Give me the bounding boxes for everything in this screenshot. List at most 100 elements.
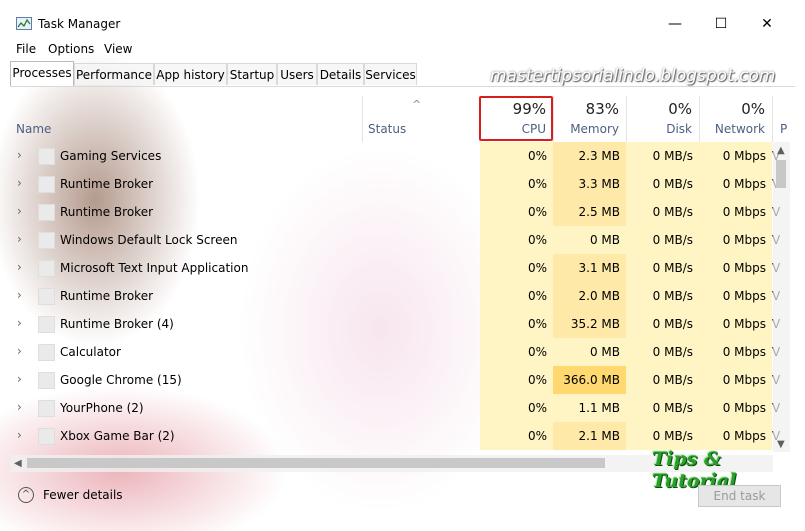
column-disk-label: Disk — [666, 122, 692, 136]
bottom-bar — [0, 476, 805, 531]
column-header: Name Status 99% CPU 83% Memory 0% Disk 0… — [10, 92, 787, 140]
column-power-label: P — [780, 122, 788, 136]
menu-file[interactable]: File — [16, 42, 36, 56]
fewer-details-link[interactable]: Fewer details — [43, 488, 123, 502]
horizontal-scroll-thumb[interactable] — [27, 458, 605, 468]
tab-startup[interactable]: Startup — [227, 63, 277, 85]
memory-total-percent: 83% — [585, 100, 619, 118]
expand-chevron-icon[interactable]: › — [17, 373, 29, 385]
disk-value: 0 MB/s — [652, 289, 693, 303]
disk-value: 0 MB/s — [652, 373, 693, 387]
column-status[interactable]: Status — [362, 92, 480, 140]
menu-options[interactable]: Options — [48, 42, 94, 56]
table-row[interactable]: ›Runtime Broker0%3.3 MB0 MB/s0 MbpsVe — [10, 170, 780, 198]
close-button[interactable]: ✕ — [744, 9, 790, 39]
expand-chevron-icon[interactable]: › — [17, 177, 29, 189]
cpu-value: 0% — [527, 149, 547, 163]
disk-value: 0 MB/s — [652, 177, 693, 191]
process-name: Windows Default Lock Screen — [60, 233, 238, 247]
vertical-scrollbar[interactable] — [773, 142, 790, 452]
table-row[interactable]: ›Gaming Services0%2.3 MB0 MB/s0 MbpsVe — [10, 142, 780, 170]
expand-chevron-icon[interactable]: › — [17, 345, 29, 357]
memory-value: 2.3 MB — [578, 149, 620, 163]
process-icon — [38, 344, 55, 361]
process-name: Runtime Broker — [60, 289, 154, 303]
expand-chevron-icon[interactable]: › — [17, 429, 29, 441]
cpu-value: 0% — [527, 317, 547, 331]
column-power[interactable]: P — [772, 92, 792, 140]
process-icon — [38, 428, 55, 445]
expand-chevron-icon[interactable]: › — [17, 401, 29, 413]
disk-value: 0 MB/s — [652, 345, 693, 359]
table-row[interactable]: › Microsoft Text Input Application 0% 3.1 M… — [10, 254, 780, 282]
tab-details[interactable]: Details — [317, 63, 364, 85]
network-value: 0 Mbps — [722, 373, 766, 387]
column-memory-label: Memory — [570, 122, 619, 136]
table-row[interactable]: › Runtime Broker (4) 0% 35.2 MB 0 MB/s 0 Mbps… — [10, 310, 780, 338]
process-name: Microsoft Text Input Application — [60, 261, 249, 275]
column-memory[interactable]: 83% Memory — [553, 92, 626, 140]
disk-value: 0 MB/s — [652, 261, 693, 275]
column-disk[interactable]: 0% Disk — [626, 92, 699, 140]
expand-chevron-icon[interactable]: › — [17, 261, 29, 273]
table-row[interactable]: ›Runtime Broker0%2.0 MB0 MB/s0 MbpsVe — [10, 282, 780, 310]
column-divider — [626, 96, 627, 142]
network-value: 0 Mbps — [722, 205, 766, 219]
process-icon — [38, 400, 55, 417]
maximize-button[interactable]: ☐ — [698, 9, 744, 39]
cpu-value: 0% — [527, 261, 547, 275]
process-name: Runtime Broker (4) — [60, 317, 174, 331]
tab-performance[interactable]: Performance — [74, 63, 154, 85]
process-icon — [38, 176, 55, 193]
chevron-up-icon[interactable]: ^ — [18, 487, 34, 503]
table-row[interactable]: ›Runtime Broker0%2.5 MB0 MB/s0 MbpsVe — [10, 198, 780, 226]
network-value: 0 Mbps — [722, 429, 766, 443]
network-value: 0 Mbps — [722, 317, 766, 331]
cpu-value: 0% — [527, 345, 547, 359]
expand-chevron-icon[interactable]: › — [17, 149, 29, 161]
column-status-label: Status — [368, 122, 407, 136]
scroll-left-icon[interactable]: ◀ — [14, 458, 22, 469]
table-row[interactable]: › Windows Default Lock Screen 0% 0 MB 0 MB/s… — [10, 226, 780, 254]
process-list: ›Gaming Services0%2.3 MB0 MB/s0 MbpsVe›R… — [10, 142, 780, 450]
network-value: 0 Mbps — [722, 177, 766, 191]
tab-users[interactable]: Users — [277, 63, 317, 85]
table-row[interactable]: ›YourPhone (2)0%1.1 MB0 MB/s0 MbpsVe — [10, 394, 780, 422]
menu-view[interactable]: View — [104, 42, 132, 56]
expand-chevron-icon[interactable]: › — [17, 289, 29, 301]
minimize-button[interactable]: — — [652, 9, 698, 39]
table-row[interactable]: › Google Chrome (15) 0% 366.0 MB 0 MB/s 0 Mbp… — [10, 366, 780, 394]
column-network-label: Network — [714, 122, 765, 136]
network-value: 0 Mbps — [722, 261, 766, 275]
title-bar: Task Manager — ☐ ✕ — [0, 0, 805, 32]
column-name[interactable]: Name — [10, 92, 358, 140]
watermark: mastertipsorialindo.blogspot.com — [490, 66, 776, 86]
memory-value: 35.2 MB — [570, 317, 620, 331]
expand-chevron-icon[interactable]: › — [17, 205, 29, 217]
process-name: Google Chrome (15) — [60, 373, 182, 387]
column-name-label: Name — [16, 122, 52, 136]
process-icon — [38, 372, 55, 389]
memory-value: 2.1 MB — [578, 429, 620, 443]
network-value: 0 Mbps — [722, 289, 766, 303]
tab-services[interactable]: Services — [364, 63, 417, 85]
column-network[interactable]: 0% Network — [699, 92, 772, 140]
cpu-value: 0% — [527, 205, 547, 219]
scroll-up-icon[interactable]: ▲ — [777, 145, 785, 156]
table-row[interactable]: ›Calculator0%0 MB0 MB/s0 MbpsVe — [10, 338, 780, 366]
tab-processes[interactable]: Processes — [10, 61, 74, 86]
expand-chevron-icon[interactable]: › — [17, 233, 29, 245]
tab-app-history[interactable]: App history — [154, 63, 227, 85]
expand-chevron-icon[interactable]: › — [17, 317, 29, 329]
network-value: 0 Mbps — [722, 233, 766, 247]
table-row[interactable]: ›Xbox Game Bar (2)0%2.1 MB0 MB/s0 MbpsVe — [10, 422, 780, 450]
memory-value: 3.1 MB — [578, 261, 620, 275]
column-divider — [772, 96, 773, 142]
disk-value: 0 MB/s — [652, 205, 693, 219]
vertical-scroll-thumb[interactable] — [776, 160, 786, 188]
process-icon — [38, 204, 55, 221]
end-task-button[interactable]: End task — [698, 485, 781, 507]
process-name: YourPhone (2) — [60, 401, 144, 415]
disk-total-percent: 0% — [668, 100, 692, 118]
memory-value: 2.0 MB — [578, 289, 620, 303]
